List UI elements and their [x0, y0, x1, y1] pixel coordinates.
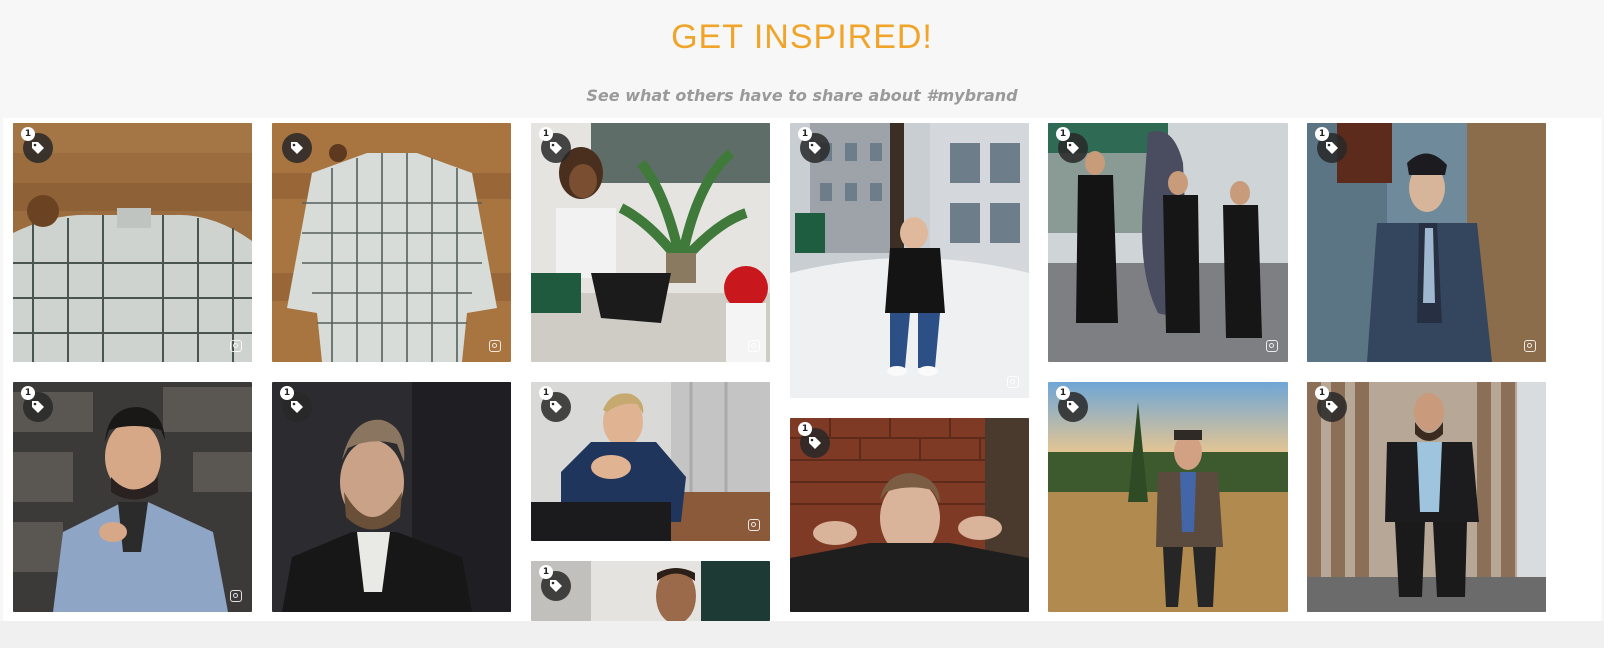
gallery-item[interactable]: 1 — [13, 123, 252, 362]
tag-button[interactable]: 1 — [21, 386, 53, 422]
instagram-icon — [1007, 376, 1019, 388]
gallery-item[interactable]: 1 — [1307, 382, 1546, 612]
tag-icon — [809, 142, 821, 154]
page-title: GET INSPIRED! — [671, 18, 933, 56]
instagram-icon — [748, 519, 760, 531]
post-photo — [531, 123, 770, 362]
page-subtitle: See what others have to share about #myb… — [586, 86, 1018, 105]
tag-icon — [1326, 401, 1338, 413]
tag-button[interactable]: 1 — [798, 422, 830, 458]
gallery-item[interactable]: 1 — [1048, 382, 1288, 612]
instagram-icon — [230, 340, 242, 352]
tag-count: 1 — [539, 386, 553, 400]
instagram-icon — [230, 590, 242, 602]
tag-button[interactable]: 1 — [1056, 127, 1088, 163]
instagram-icon — [1266, 340, 1278, 352]
tag-button[interactable]: 1 — [1315, 127, 1347, 163]
post-photo — [272, 123, 511, 362]
tag-count: 1 — [21, 127, 35, 141]
tag-count: 1 — [539, 565, 553, 579]
instagram-icon — [489, 340, 501, 352]
gallery-item[interactable]: 1 — [790, 418, 1029, 612]
tag-icon — [32, 142, 44, 154]
instagram-icon — [748, 340, 760, 352]
tag-button[interactable]: 1 — [798, 127, 830, 163]
tag-button[interactable] — [282, 133, 312, 163]
gallery-item[interactable]: 1 — [531, 561, 770, 621]
tag-count: 1 — [798, 127, 812, 141]
tag-icon — [1067, 142, 1079, 154]
tag-count: 1 — [1315, 386, 1329, 400]
gallery-item[interactable] — [272, 123, 511, 362]
tag-count: 1 — [280, 386, 294, 400]
page-footer-strip — [0, 621, 1604, 648]
gallery-item[interactable]: 1 — [790, 123, 1029, 398]
tag-button[interactable]: 1 — [539, 127, 571, 163]
tag-count: 1 — [539, 127, 553, 141]
ugc-gallery: 1 1 1 1 1 1 1 1 1 1 1 1 — [3, 118, 1601, 621]
tag-count: 1 — [1056, 127, 1070, 141]
tag-icon — [550, 142, 562, 154]
tag-icon — [32, 401, 44, 413]
post-photo — [1307, 123, 1546, 362]
tag-icon — [1326, 142, 1338, 154]
gallery-item[interactable]: 1 — [1048, 123, 1288, 362]
post-photo — [1048, 123, 1288, 362]
instagram-icon — [1524, 340, 1536, 352]
gallery-item[interactable]: 1 — [13, 382, 252, 612]
gallery-item[interactable]: 1 — [272, 382, 511, 612]
gallery-header: GET INSPIRED! See what others have to sh… — [0, 0, 1604, 118]
gallery-item[interactable]: 1 — [531, 382, 770, 541]
tag-button[interactable]: 1 — [21, 127, 53, 163]
gallery-item[interactable]: 1 — [1307, 123, 1546, 362]
tag-icon — [550, 580, 562, 592]
tag-icon — [291, 142, 303, 154]
tag-button[interactable]: 1 — [539, 386, 571, 422]
tag-icon — [550, 401, 562, 413]
tag-button[interactable]: 1 — [539, 565, 571, 601]
tag-button[interactable]: 1 — [1315, 386, 1347, 422]
tag-button[interactable]: 1 — [280, 386, 312, 422]
tag-icon — [1067, 401, 1079, 413]
tag-count: 1 — [21, 386, 35, 400]
tag-icon — [809, 437, 821, 449]
tag-count: 1 — [1315, 127, 1329, 141]
post-photo — [790, 123, 1029, 398]
tag-count: 1 — [1056, 386, 1070, 400]
tag-icon — [291, 401, 303, 413]
gallery-item[interactable]: 1 — [531, 123, 770, 362]
tag-button[interactable]: 1 — [1056, 386, 1088, 422]
tag-count: 1 — [798, 422, 812, 436]
post-photo — [13, 123, 252, 362]
